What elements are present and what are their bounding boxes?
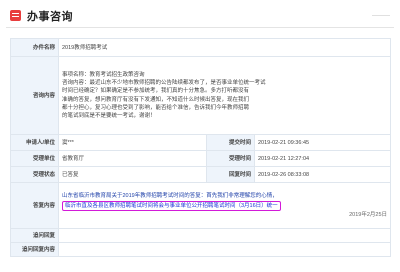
row-status: 受理状态 已答复 回复时间 2019-02-26 08:33:08	[10, 166, 392, 183]
content-line: 的笔试到底是不是要统一考试，谢谢！	[62, 112, 156, 119]
label-applicant: 申请人/单位	[10, 134, 59, 151]
panel-title: 办事咨询	[27, 10, 73, 23]
row-feedback: 追问回复	[10, 228, 392, 243]
content-line: 准确的答复，想问教育厅有没有下发通知，不知道什么时候出答复，现在我们	[62, 96, 250, 103]
row-title: 办件名称 2019教师招聘考试	[10, 38, 392, 57]
panel-header: 办事咨询 ———	[6, 4, 394, 28]
label-reply-time: 回复时间	[206, 166, 255, 183]
row-content: 咨询内容 事项名称：教育考试招生政策咨询咨询内容：最近山东不少地市教师招聘的公告…	[10, 56, 392, 135]
label-content: 咨询内容	[10, 56, 59, 135]
row-feedback-content: 追问回复内容	[10, 242, 392, 257]
panel-hint: ———	[372, 12, 390, 19]
label-title: 办件名称	[10, 38, 59, 57]
value-feedback-content	[57, 242, 392, 257]
label-feedback-content: 追问回复内容	[10, 242, 59, 257]
consult-detail-page: 办事咨询 ——— 办件名称 2019教师招聘考试 咨询内容 事项名称：教育考试招…	[0, 0, 400, 272]
value-reply-time: 2019-02-26 08:33:08	[253, 166, 392, 183]
label-reply: 答复内容	[10, 182, 59, 229]
label-accept-time: 受理时间	[206, 150, 255, 167]
row-handle: 受理单位 省教育厅 受理时间 2019-02-21 12:27:04	[10, 150, 392, 167]
label-feedback: 追问回复	[10, 228, 59, 243]
reply-line-3: 2019年2月25日	[349, 211, 388, 218]
detail-table: 办件名称 2019教师招聘考试 咨询内容 事项名称：教育考试招生政策咨询 咨询内容…	[10, 38, 392, 257]
content-text: 事项名称：教育考试招生政策咨询咨询内容：最近山东不少地市教师招聘的公告陆续都发布…	[62, 71, 387, 120]
document-icon	[10, 10, 21, 21]
content-line: 事项名称：教育考试招生政策咨询	[62, 71, 145, 78]
row-reply: 答复内容 山东省临沂市教育局关于2019年教师招聘考试时间的答复：首先我们非常理…	[10, 182, 392, 229]
content-line: 咨询内容：最近山东不少地市教师招聘的公告陆续都发布了，是否事业单位统一考试	[62, 80, 266, 87]
value-status: 已答复	[58, 166, 207, 183]
reply-line-2: 临沂市直及各县区教师招聘笔试时间将会与事业单位公开招聘笔试时间（3月16日）统一	[62, 200, 387, 211]
reply-line-1: 山东省临沂市教育局关于2019年教师招聘考试时间的答复：首先我们非常理解您的心情…	[62, 192, 278, 199]
value-applicant: 窦***	[58, 134, 207, 151]
label-submit-time: 提交时间	[206, 134, 255, 151]
value-feedback	[57, 228, 392, 243]
value-content: 事项名称：教育考试招生政策咨询咨询内容：最近山东不少地市教师招聘的公告陆续都发布…	[57, 56, 392, 135]
label-handle-unit: 受理单位	[10, 150, 59, 167]
reply-text: 山东省临沂市教育局关于2019年教师招聘考试时间的答复：首先我们非常理解您的心情…	[62, 192, 387, 219]
label-status: 受理状态	[10, 166, 59, 183]
value-reply: 山东省临沂市教育局关于2019年教师招聘考试时间的答复：首先我们非常理解您的心情…	[57, 182, 392, 229]
value-title: 2019教师招聘考试	[57, 38, 392, 57]
content-line: 时间已经确定？如果确定是不参加统考，我们真的十分焦急。多方打听都没有	[62, 88, 250, 95]
value-handle-unit: 省教育厅	[58, 150, 207, 167]
row-applicant: 申请人/单位 窦*** 提交时间 2019-02-21 09:36:45	[10, 134, 392, 151]
value-accept-time: 2019-02-21 12:27:04	[253, 150, 392, 167]
value-submit-time: 2019-02-21 09:36:45	[253, 134, 392, 151]
highlighted-answer: 临沂市直及各县区教师招聘笔试时间将会与事业单位公开招聘笔试时间（3月16日）统一	[62, 200, 281, 211]
content-line: 都十分担心，复习心理也受到了影响，能否给个准信，告诉我们今年教师招聘	[62, 104, 250, 111]
